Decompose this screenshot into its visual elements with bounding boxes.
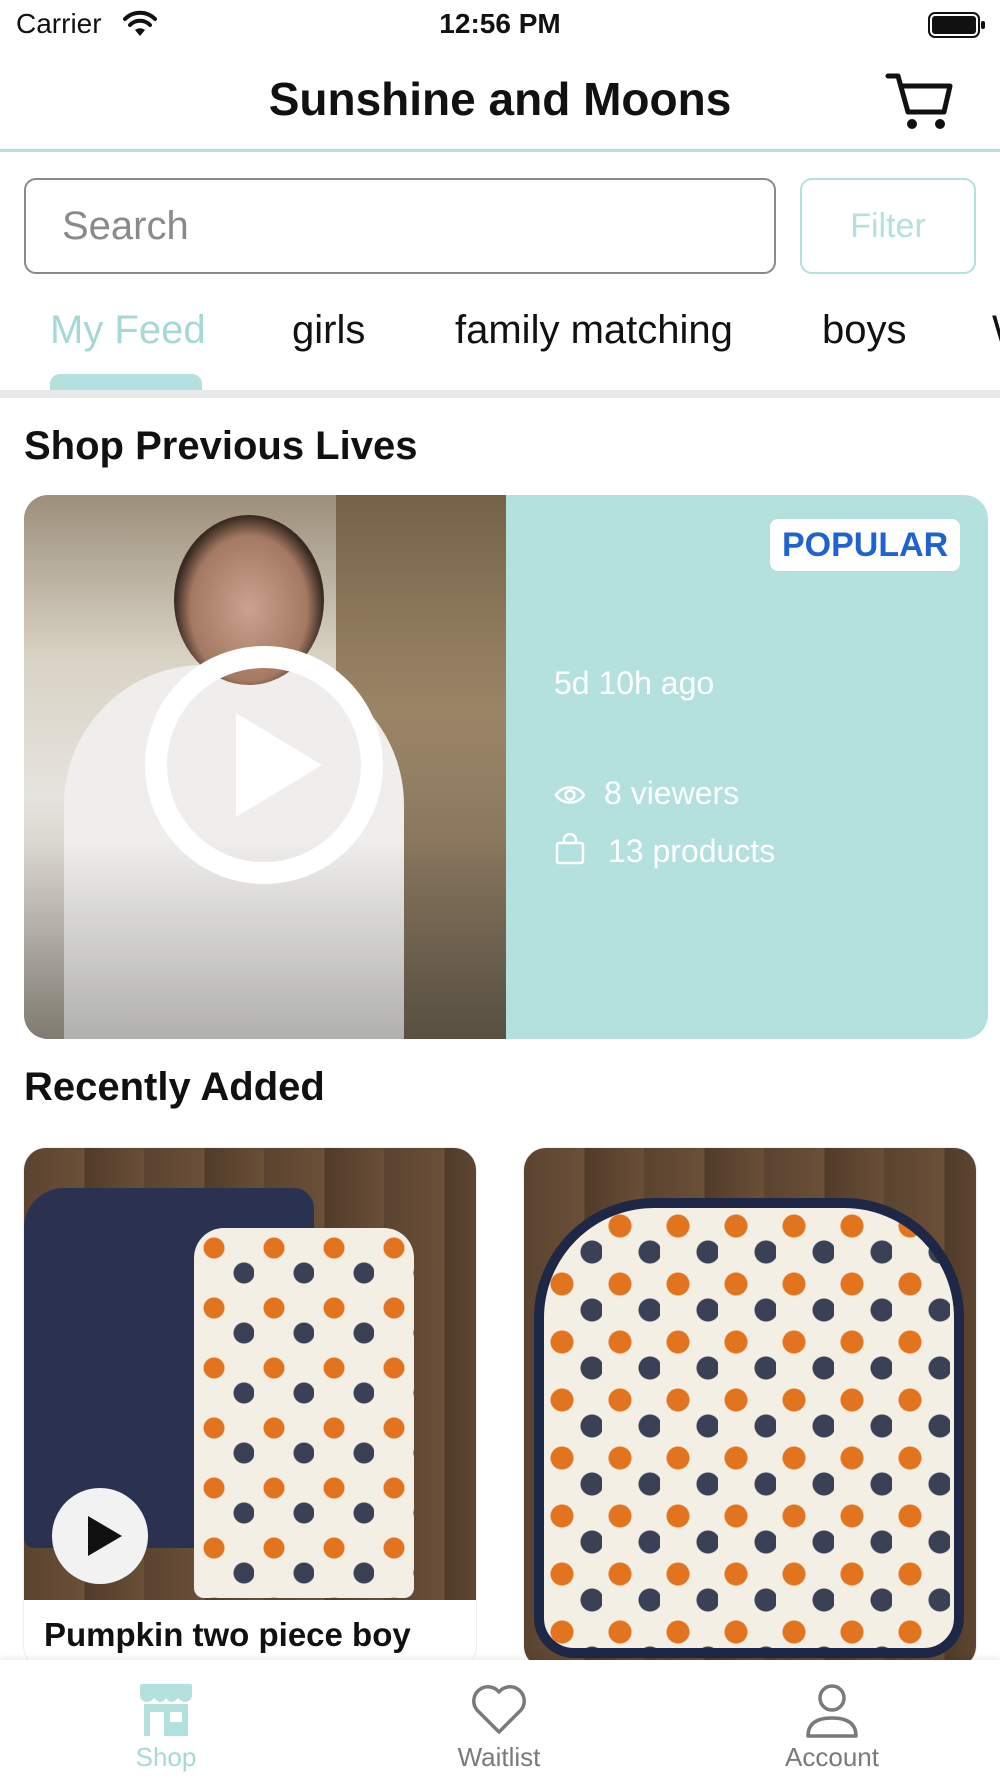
cart-icon[interactable] — [884, 66, 954, 136]
section-title-previous-lives: Shop Previous Lives — [24, 424, 418, 468]
previous-live-card[interactable]: POPULAR 5d 10h ago 8 viewers 13 products — [24, 495, 988, 1039]
nav-label-account: Account — [785, 1742, 879, 1772]
tab-family-matching[interactable]: family matching — [455, 308, 733, 353]
status-bar: Carrier 12:56 PM — [0, 0, 1000, 50]
tab-boys[interactable]: boys — [822, 308, 907, 353]
tab-divider — [0, 390, 1000, 398]
play-icon[interactable] — [52, 1488, 148, 1584]
heart-icon — [472, 1685, 526, 1734]
status-time: 12:56 PM — [439, 8, 561, 39]
product-title: Pumpkin two piece boy — [44, 1616, 411, 1653]
product-image — [524, 1148, 976, 1668]
live-products: 13 products — [608, 833, 776, 869]
shopping-bag-icon — [555, 833, 585, 865]
product-card[interactable]: Pumpkin two piece boy — [24, 1148, 476, 1668]
product-card[interactable] — [524, 1148, 976, 1668]
popular-badge: POPULAR — [770, 519, 961, 571]
garment-pants — [194, 1228, 414, 1598]
tab-overflow[interactable]: W — [992, 308, 1000, 353]
person-icon — [806, 1684, 858, 1738]
play-icon[interactable] — [144, 645, 384, 885]
product-image — [24, 1148, 476, 1600]
category-tabs: My Feed girls family matching boys W — [0, 290, 1000, 392]
bottom-nav: Shop Waitlist Account — [0, 1660, 1000, 1778]
nav-label-waitlist: Waitlist — [457, 1742, 541, 1772]
battery-icon — [928, 12, 985, 38]
live-time-ago: 5d 10h ago — [554, 665, 715, 701]
eye-icon — [554, 786, 586, 804]
nav-label-shop: Shop — [135, 1742, 197, 1772]
live-viewers: 8 viewers — [604, 775, 740, 811]
garment-romper — [534, 1198, 964, 1658]
nav-item-shop[interactable]: Shop — [66, 1660, 266, 1778]
live-thumbnail — [24, 495, 506, 1039]
shop-icon — [140, 1684, 192, 1736]
tab-girls[interactable]: girls — [292, 308, 365, 353]
search-input[interactable] — [24, 178, 776, 274]
nav-item-waitlist[interactable]: Waitlist — [399, 1660, 599, 1778]
tab-my-feed[interactable]: My Feed — [50, 308, 206, 353]
search-row: Filter — [24, 178, 976, 276]
app-header: Sunshine and Moons — [0, 52, 1000, 152]
nav-item-account[interactable]: Account — [732, 1660, 932, 1778]
page-title: Sunshine and Moons — [268, 73, 732, 125]
filter-button[interactable]: Filter — [800, 178, 976, 274]
section-title-recently-added: Recently Added — [24, 1065, 325, 1109]
